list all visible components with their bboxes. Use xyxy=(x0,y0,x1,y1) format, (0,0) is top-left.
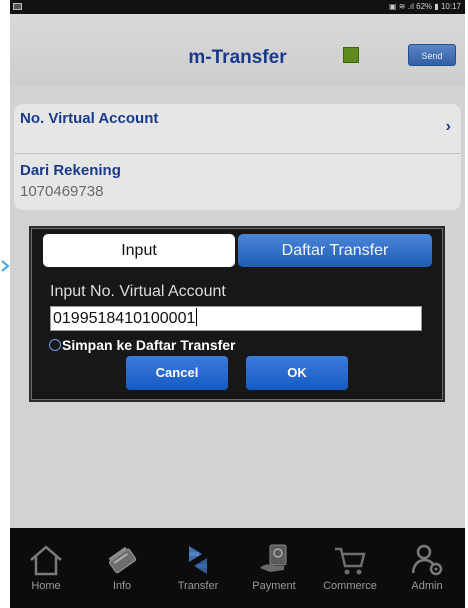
ok-button[interactable]: OK xyxy=(246,356,348,390)
virtual-account-label: No. Virtual Account xyxy=(20,110,159,127)
connection-indicator xyxy=(343,47,359,63)
virtual-account-input-value: 0199518410100001 xyxy=(53,310,196,327)
edge-arrow-icon xyxy=(1,260,10,272)
nav-label-payment: Payment xyxy=(252,580,296,592)
transfer-icon xyxy=(189,546,207,574)
virtual-account-input-label: Input No. Virtual Account xyxy=(50,283,226,300)
nav-item-commerce[interactable]: Commerce xyxy=(314,528,386,608)
source-account-value: 1070469738 xyxy=(20,183,104,200)
home-icon xyxy=(30,545,62,576)
status-indicators: ▣ ≋ .ıl 62% ▮ 10:17 xyxy=(388,2,461,11)
bottom-navigation: Home Info Transfer Payment Commerce Admi… xyxy=(10,528,465,608)
save-to-list-label: Simpan ke Daftar Transfer xyxy=(62,337,236,353)
nav-item-home[interactable]: Home xyxy=(10,528,82,608)
payment-icon xyxy=(260,544,287,572)
nav-label-admin: Admin xyxy=(411,580,443,592)
transfer-form: No. Virtual Account › Dari Rekening 1070… xyxy=(14,104,461,210)
info-icon xyxy=(108,546,137,574)
status-bar: ▣ ≋ .ıl 62% ▮ 10:17 xyxy=(10,0,465,14)
radio-unchecked-icon[interactable] xyxy=(49,339,61,351)
nav-item-payment[interactable]: Payment xyxy=(238,528,310,608)
nav-item-admin[interactable]: Admin xyxy=(391,528,463,608)
text-caret xyxy=(196,308,198,326)
nav-label-transfer: Transfer xyxy=(177,580,219,592)
nav-label-commerce: Commerce xyxy=(323,580,377,592)
nav-item-transfer[interactable]: Transfer xyxy=(162,528,234,608)
page-title: m-Transfer xyxy=(188,47,287,68)
nav-label-home: Home xyxy=(31,580,61,592)
virtual-account-dialog: Input Daftar Transfer Input No. Virtual … xyxy=(31,228,443,400)
source-account-label: Dari Rekening xyxy=(20,162,121,179)
nav-label-info: Info xyxy=(112,580,132,592)
source-account-row[interactable]: Dari Rekening 1070469738 xyxy=(14,155,461,210)
virtual-account-input[interactable]: 0199518410100001 xyxy=(50,306,422,331)
tab-transfer-list[interactable]: Daftar Transfer xyxy=(238,234,432,267)
notification-icon xyxy=(13,3,22,10)
chevron-right-icon: › xyxy=(445,118,451,135)
send-button[interactable]: Send xyxy=(408,44,456,66)
nav-item-info[interactable]: Info xyxy=(86,528,158,608)
cancel-button[interactable]: Cancel xyxy=(126,356,228,390)
phone-screen: ▣ ≋ .ıl 62% ▮ 10:17 m-Transfer Send No. … xyxy=(10,0,465,608)
app-header: m-Transfer Send xyxy=(10,14,465,86)
virtual-account-row[interactable]: No. Virtual Account › xyxy=(14,104,461,154)
admin-icon xyxy=(411,544,443,576)
commerce-icon xyxy=(335,547,366,575)
tab-input[interactable]: Input xyxy=(43,234,235,267)
